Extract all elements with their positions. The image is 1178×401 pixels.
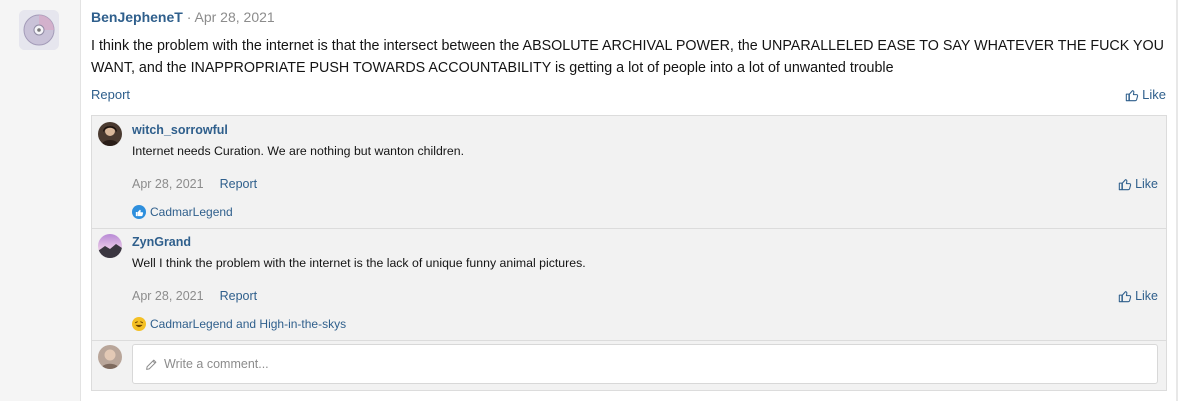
landscape-photo-icon [98, 234, 122, 258]
comment-meta: Apr 28, 2021 Report [132, 289, 257, 303]
user-photo-icon [98, 345, 122, 369]
comments-section: witch_sorrowful Internet needs Curation.… [91, 115, 1167, 391]
thumbs-up-icon [1125, 89, 1139, 101]
left-gutter [0, 0, 81, 401]
thumbs-up-icon [1118, 179, 1132, 191]
comment-author-avatar[interactable] [98, 234, 122, 258]
comment-reactions[interactable]: CadmarLegend and High-in-the-skys [132, 317, 346, 331]
comment-input-placeholder: Write a comment... [164, 357, 269, 371]
post-header: BenJepheneT · Apr 28, 2021 [91, 9, 275, 25]
reaction-users[interactable]: CadmarLegend [150, 205, 233, 219]
comment-item: ZynGrand Well I think the problem with t… [92, 228, 1166, 341]
comment-author-link[interactable]: ZynGrand [132, 235, 191, 249]
thumbs-up-icon [1118, 291, 1132, 303]
post-report-link[interactable]: Report [91, 87, 130, 102]
comment-date[interactable]: Apr 28, 2021 [132, 177, 204, 191]
reaction-users[interactable]: CadmarLegend and High-in-the-skys [150, 317, 346, 331]
user-photo-icon [98, 122, 122, 146]
post-author-avatar[interactable] [19, 10, 59, 50]
comment-like-button[interactable]: Like [1118, 177, 1158, 191]
comment-input[interactable]: Write a comment... [132, 344, 1158, 384]
comment-composer: Write a comment... [92, 340, 1166, 392]
comment-like-label: Like [1135, 289, 1158, 303]
laughing-face-icon [132, 317, 146, 331]
post-like-label: Like [1142, 87, 1166, 102]
comment-item: witch_sorrowful Internet needs Curation.… [92, 116, 1166, 229]
current-user-avatar [98, 345, 122, 369]
thumbs-up-icon [132, 205, 146, 219]
comment-like-label: Like [1135, 177, 1158, 191]
comment-author-link[interactable]: witch_sorrowful [132, 123, 228, 137]
comment-author-avatar[interactable] [98, 122, 122, 146]
comment-text: Well I think the problem with the intern… [132, 256, 586, 270]
pencil-icon [146, 359, 157, 370]
post-author-link[interactable]: BenJepheneT [91, 9, 183, 25]
comment-reactions[interactable]: CadmarLegend [132, 205, 233, 219]
comment-report-link[interactable]: Report [220, 177, 258, 191]
cd-disc-icon [19, 10, 59, 50]
post-body: I think the problem with the internet is… [91, 38, 1164, 76]
comment-like-button[interactable]: Like [1118, 289, 1158, 303]
header-separator: · [186, 9, 192, 25]
comment-meta: Apr 28, 2021 Report [132, 177, 257, 191]
comment-date[interactable]: Apr 28, 2021 [132, 289, 204, 303]
post-like-button[interactable]: Like [1125, 87, 1166, 102]
comment-report-link[interactable]: Report [220, 289, 258, 303]
comment-text: Internet needs Curation. We are nothing … [132, 144, 464, 158]
post-date[interactable]: Apr 28, 2021 [195, 9, 275, 25]
